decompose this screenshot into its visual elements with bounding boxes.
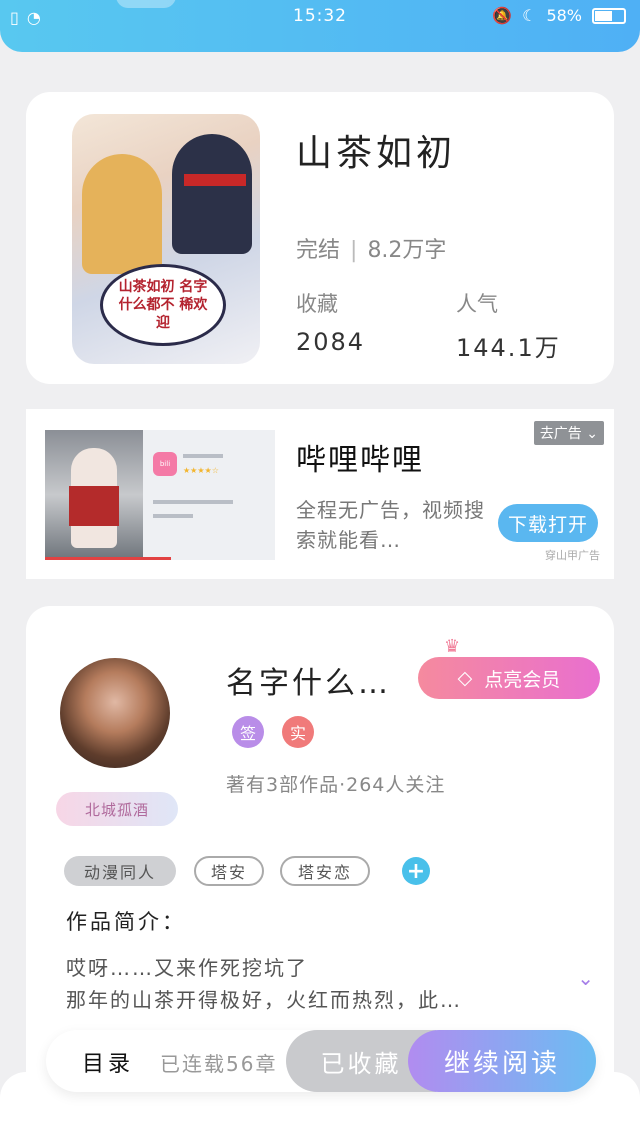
favorites-label: 收藏 [296, 292, 338, 316]
cover-girl-figure [82, 154, 162, 274]
rating-stars-icon: ★★★★☆ [183, 466, 219, 475]
ad-title: 哔哩哔哩 [296, 443, 424, 478]
tag-item[interactable]: 塔安 [194, 856, 264, 886]
verified-badge: 实 [282, 716, 314, 748]
book-word-count: 8.2万字 [367, 238, 447, 263]
moon-icon: ☾ [522, 6, 537, 25]
intro-line: 哎呀……又来作死挖坑了 [66, 956, 308, 980]
avatar-badge: 北城孤酒 [56, 792, 178, 826]
favorites-value: 2084 [296, 328, 366, 356]
ad-video-progress [45, 557, 171, 560]
vip-button-label: 点亮会员 [484, 668, 561, 691]
remove-ad-button[interactable]: 去广告 ⌄ [533, 421, 604, 445]
cover-boy-figure [172, 134, 252, 254]
tag-item[interactable]: 动漫同人 [64, 856, 176, 886]
mute-icon: 🔕 [492, 6, 513, 25]
signed-badge: 签 [232, 716, 264, 748]
book-title: 山茶如初 [296, 133, 457, 174]
bilibili-logo-icon: bili [153, 452, 177, 476]
ad-download-button[interactable]: 下载打开 [498, 504, 598, 542]
book-status: 完结 [296, 238, 341, 263]
intro-heading: 作品简介： [66, 910, 186, 934]
continue-reading-button[interactable]: 继续阅读 [408, 1030, 596, 1092]
book-info-card: 山茶如初 名字什么都不 稀欢迎 山茶如初 完结 | 8.2万字 收藏 2084 人气… [26, 92, 614, 384]
add-tag-button[interactable]: + [402, 857, 430, 885]
book-status-line: 完结 | 8.2万字 [296, 232, 446, 264]
author-meta: 著有3部作品·264人关注 [226, 774, 446, 796]
ad-panel-line [183, 454, 223, 458]
chapter-count: 已连载56章 [160, 1052, 278, 1076]
intro-text: 哎呀……又来作死挖坑了 那年的山茶开得极好，火红而热烈，此… [66, 952, 566, 1016]
expand-chevron-icon[interactable]: ⌄ [577, 966, 594, 990]
ad-image[interactable]: bili ★★★★☆ [45, 430, 275, 560]
ad-description: 全程无广告，视频搜索就能看… [296, 498, 485, 552]
crown-icon: ♛ [444, 636, 461, 657]
ad-panel-line [153, 514, 193, 518]
ad-card[interactable]: bili ★★★★☆ 哔哩哔哩 全程无广告，视频搜索就能看… 去广告 ⌄ 下载打… [26, 409, 614, 579]
intro-line: 那年的山茶开得极好，火红而热烈，此… [66, 988, 462, 1012]
ad-app-panel: bili ★★★★☆ [143, 430, 275, 560]
popularity-value: 144.1万 [456, 334, 561, 362]
battery-percent: 58% [546, 6, 582, 25]
diamond-icon: ◇ [457, 667, 473, 689]
bottom-action-bar: 目录 已连载56章 已收藏 继续阅读 [46, 1030, 596, 1092]
ad-photo-poster [69, 486, 119, 526]
status-right-icons: 🔕 ☾ 58% [492, 6, 626, 25]
status-divider: | [350, 238, 358, 263]
author-name[interactable]: 名字什么… [226, 658, 391, 702]
battery-icon [592, 7, 626, 24]
status-bar: ▯ ◔ 15:32 🔕 ☾ 58% [0, 0, 640, 52]
ad-panel-line [153, 500, 233, 504]
ad-source: 穿山甲广告 [545, 549, 600, 562]
cover-title-seal: 山茶如初 名字什么都不 稀欢迎 [100, 264, 226, 346]
tag-item[interactable]: 塔安恋 [280, 856, 370, 886]
popularity-label: 人气 [456, 292, 498, 316]
vip-button[interactable]: ◇ 点亮会员 [418, 657, 600, 699]
book-cover[interactable]: 山茶如初 名字什么都不 稀欢迎 [72, 114, 260, 364]
cover-blindfold [184, 174, 246, 186]
ad-photo [45, 430, 143, 560]
author-avatar[interactable] [60, 658, 170, 768]
catalog-button[interactable]: 目录 [82, 1046, 134, 1078]
